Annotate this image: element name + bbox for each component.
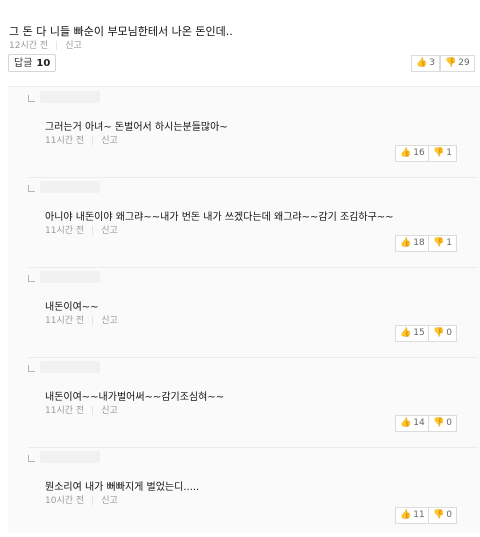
downvote-count: 0 bbox=[446, 328, 452, 338]
root-comment: 그 돈 다 니들 빠순이 부모님한테서 나온 돈인데.. 12시간 전 | 신고 답… bbox=[0, 0, 480, 80]
upvote-count: 14 bbox=[413, 418, 425, 428]
thumbs-down-icon: 👎 bbox=[433, 510, 445, 520]
upvote-button[interactable]: 👍 11 bbox=[395, 507, 430, 524]
reply-time: 10시간 전 bbox=[45, 496, 85, 506]
reply-item: 그러는거 아녀~ 돈벌어서 하시는분들많아~ 11시간 전 | 신고 👍 16 👎 1 bbox=[28, 87, 478, 178]
reply-author-redacted bbox=[40, 361, 100, 373]
downvote-count: 0 bbox=[446, 418, 452, 428]
upvote-count: 11 bbox=[413, 510, 425, 520]
downvote-count: 1 bbox=[446, 148, 452, 158]
upvote-count: 18 bbox=[413, 238, 425, 248]
reply-time: 11시간 전 bbox=[45, 406, 85, 416]
reply-text: 아니야 내돈이야 왜그랴~~내가 번돈 내가 쓰겠다는데 왜그랴~~감기 조김하… bbox=[45, 212, 394, 223]
reply-item: 내돈이여~~ 11시간 전 | 신고 👍 15 👎 0 bbox=[28, 267, 478, 358]
reply-text: 내돈이여~~ bbox=[45, 302, 99, 313]
report-link[interactable]: 신고 bbox=[101, 406, 118, 416]
meta-divider: | bbox=[55, 41, 59, 51]
thumbs-up-icon: 👍 bbox=[400, 148, 412, 158]
thumbs-up-icon: 👍 bbox=[400, 238, 412, 248]
reply-item: 아니야 내돈이야 왜그랴~~내가 번돈 내가 쓰겠다는데 왜그랴~~감기 조김하… bbox=[28, 177, 478, 268]
reply-arrow-icon bbox=[28, 185, 35, 192]
reply-arrow-icon bbox=[28, 455, 35, 462]
meta-divider: | bbox=[91, 226, 95, 236]
thumbs-down-icon: 👎 bbox=[433, 238, 445, 248]
upvote-button[interactable]: 👍 16 bbox=[395, 145, 430, 162]
reply-author-redacted bbox=[40, 91, 100, 103]
reply-arrow-icon bbox=[28, 275, 35, 282]
report-link[interactable]: 신고 bbox=[101, 316, 118, 326]
reply-author-redacted bbox=[40, 181, 100, 193]
reply-author-redacted bbox=[40, 271, 100, 283]
thumbs-up-icon: 👍 bbox=[400, 510, 412, 520]
reply-meta: 10시간 전 | 신고 bbox=[45, 493, 118, 506]
comment-meta: 12시간 전 | 신고 bbox=[9, 38, 82, 51]
report-link[interactable]: 신고 bbox=[65, 41, 82, 51]
thumbs-up-icon: 👍 bbox=[416, 58, 428, 68]
reply-text: 내돈이여~~내가벌어써~~감기조심혀~~ bbox=[45, 392, 225, 403]
meta-divider: | bbox=[91, 406, 95, 416]
downvote-button[interactable]: 👎 0 bbox=[428, 325, 457, 342]
downvote-count: 1 bbox=[446, 238, 452, 248]
thumbs-up-icon: 👍 bbox=[400, 328, 412, 338]
reply-item: 내돈이여~~내가벌어써~~감기조심혀~~ 11시간 전 | 신고 👍 14 👎 0 bbox=[28, 357, 478, 448]
thumbs-down-icon: 👎 bbox=[445, 58, 457, 68]
reply-time: 11시간 전 bbox=[45, 136, 85, 146]
reply-author-redacted bbox=[40, 451, 100, 463]
upvote-count: 16 bbox=[413, 148, 425, 158]
reply-meta: 11시간 전 | 신고 bbox=[45, 313, 118, 326]
reply-item: 뭔소리여 내가 뻐빠지게 벌었는디..... 10시간 전 | 신고 👍 11 👎 0 bbox=[28, 447, 478, 537]
reply-toggle-button[interactable]: 답글 10 bbox=[8, 54, 57, 72]
downvote-button[interactable]: 👎 29 bbox=[440, 55, 475, 72]
reply-time: 11시간 전 bbox=[45, 226, 85, 236]
reply-count: 10 bbox=[36, 58, 51, 69]
thumbs-down-icon: 👎 bbox=[433, 418, 445, 428]
reply-label: 답글 bbox=[14, 58, 33, 69]
upvote-count: 3 bbox=[429, 58, 435, 68]
reply-time: 11시간 전 bbox=[45, 316, 85, 326]
report-link[interactable]: 신고 bbox=[101, 136, 118, 146]
downvote-count: 29 bbox=[458, 58, 470, 68]
report-link[interactable]: 신고 bbox=[101, 226, 118, 236]
upvote-button[interactable]: 👍 3 bbox=[411, 55, 440, 72]
reply-arrow-icon bbox=[28, 95, 35, 102]
replies-list: 그러는거 아녀~ 돈벌어서 하시는분들많아~ 11시간 전 | 신고 👍 16 👎 1 … bbox=[8, 86, 480, 533]
comment-time: 12시간 전 bbox=[9, 41, 49, 51]
downvote-count: 0 bbox=[446, 510, 452, 520]
report-link[interactable]: 신고 bbox=[101, 496, 118, 506]
reply-meta: 11시간 전 | 신고 bbox=[45, 223, 118, 236]
meta-divider: | bbox=[91, 496, 95, 506]
thumbs-down-icon: 👎 bbox=[433, 148, 445, 158]
downvote-button[interactable]: 👎 0 bbox=[428, 507, 457, 524]
reply-text: 뭔소리여 내가 뻐빠지게 벌었는디..... bbox=[45, 482, 200, 493]
thumbs-up-icon: 👍 bbox=[400, 418, 412, 428]
upvote-button[interactable]: 👍 15 bbox=[395, 325, 430, 342]
reply-meta: 11시간 전 | 신고 bbox=[45, 403, 118, 416]
upvote-button[interactable]: 👍 18 bbox=[395, 235, 430, 252]
downvote-button[interactable]: 👎 1 bbox=[428, 235, 457, 252]
upvote-button[interactable]: 👍 14 bbox=[395, 415, 430, 432]
downvote-button[interactable]: 👎 0 bbox=[428, 415, 457, 432]
upvote-count: 15 bbox=[413, 328, 425, 338]
meta-divider: | bbox=[91, 136, 95, 146]
comment-text: 그 돈 다 니들 빠순이 부모님한테서 나온 돈인데.. bbox=[9, 25, 233, 38]
thumbs-down-icon: 👎 bbox=[433, 328, 445, 338]
reply-meta: 11시간 전 | 신고 bbox=[45, 133, 118, 146]
reply-text: 그러는거 아녀~ 돈벌어서 하시는분들많아~ bbox=[45, 122, 228, 133]
reply-arrow-icon bbox=[28, 365, 35, 372]
meta-divider: | bbox=[91, 316, 95, 326]
downvote-button[interactable]: 👎 1 bbox=[428, 145, 457, 162]
